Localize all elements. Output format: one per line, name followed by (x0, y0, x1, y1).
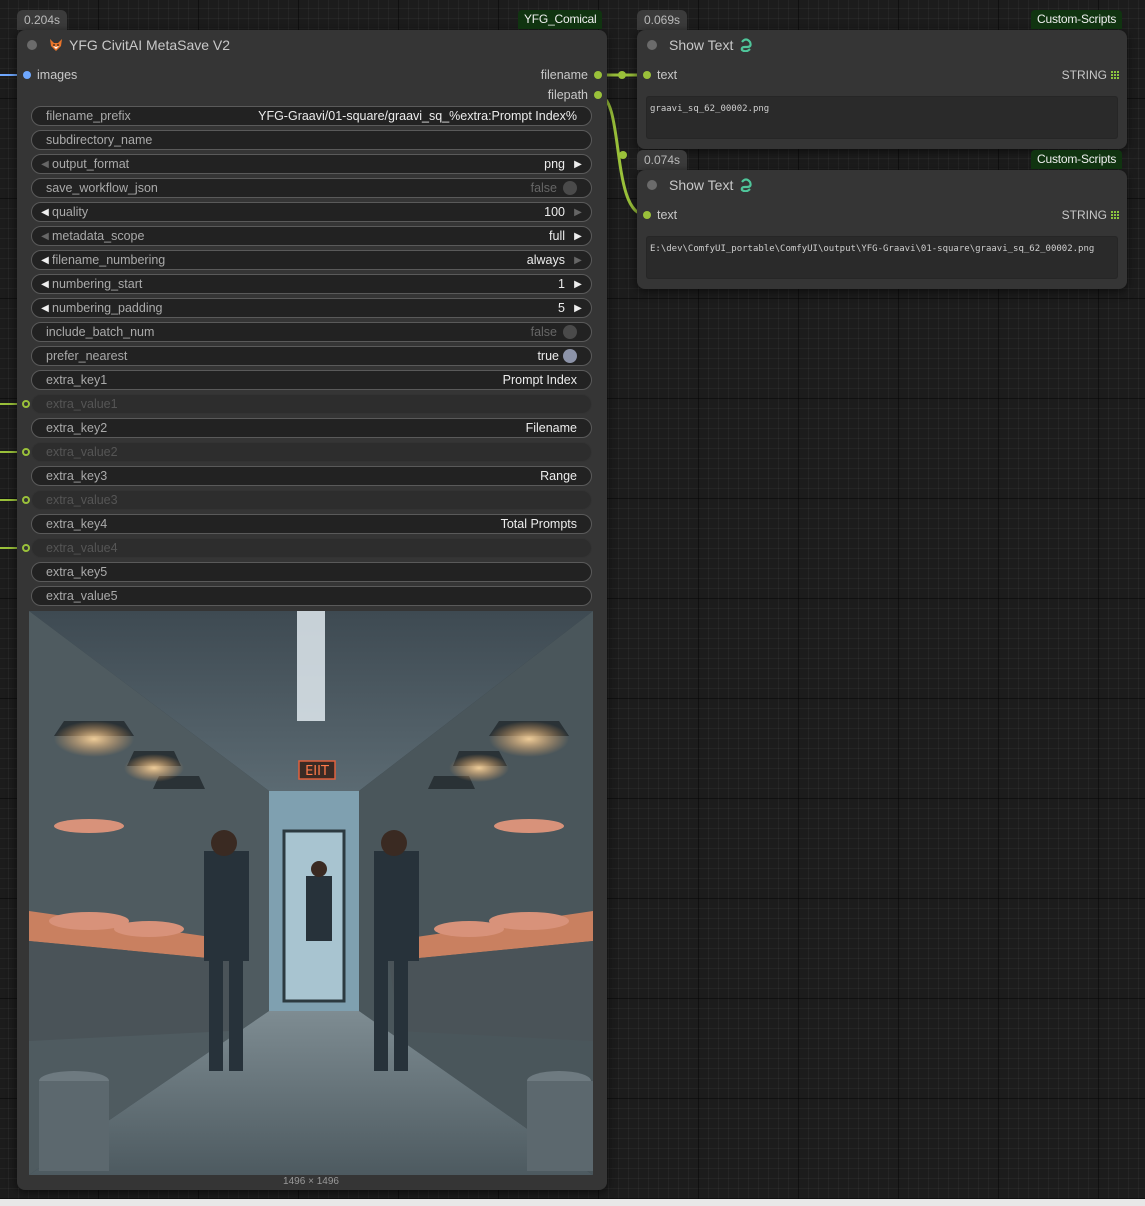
node-pack-badge: Custom-Scripts (1031, 150, 1123, 169)
preview-image: EIIT (29, 611, 593, 1175)
collapse-dot-icon[interactable] (647, 180, 657, 190)
widget-prefer-nearest[interactable]: prefer_nearest true (31, 346, 592, 366)
widget-filename-prefix[interactable]: filename_prefix YFG-Graavi/01-square/gra… (31, 106, 592, 126)
input-label-images: images (37, 68, 78, 82)
canvas-bottom-edge (0, 1199, 1145, 1206)
civitai-metasave-node[interactable]: YFG CivitAI MetaSave V2 images filename … (17, 30, 607, 1190)
output-label-filename: filename (540, 68, 588, 82)
extra-value4-input-dot[interactable] (22, 544, 30, 552)
node-title-bar[interactable]: Show Text (637, 30, 1127, 60)
show-text-node-2[interactable]: Show Text text STRING E:\dev\ComfyUI_por… (637, 170, 1127, 289)
filename-output-dot[interactable] (594, 71, 602, 79)
widget-quality[interactable]: ◀ quality 100 ▶ (31, 202, 592, 222)
increment-arrow-icon[interactable]: ▶ (571, 159, 585, 170)
node-pack-badge: Custom-Scripts (1031, 10, 1123, 29)
widget-include-batch-num[interactable]: include_batch_num false (31, 322, 592, 342)
toggle-knob-icon[interactable] (563, 325, 577, 339)
node-title-bar[interactable]: Show Text (637, 170, 1127, 200)
decrement-arrow-icon[interactable]: ◀ (38, 159, 52, 170)
text-input-dot[interactable] (643, 211, 651, 219)
output-type-label: STRING (1061, 68, 1107, 82)
toggle-knob-icon[interactable] (563, 181, 577, 195)
widget-extra-value1[interactable]: extra_value1 (31, 394, 592, 414)
increment-arrow-icon[interactable]: ▶ (571, 303, 585, 314)
widget-extra-value5[interactable]: extra_value5 (31, 586, 592, 606)
decrement-arrow-icon[interactable]: ◀ (38, 303, 52, 314)
node-title: Show Text (669, 177, 734, 193)
widget-extra-key4[interactable]: extra_key4 Total Prompts (31, 514, 592, 534)
widget-extra-key1[interactable]: extra_key1 Prompt Index (31, 370, 592, 390)
preview-size-label: 1496 × 1496 (283, 1176, 339, 1187)
grid-output-icon[interactable] (1111, 71, 1119, 79)
increment-arrow-icon[interactable]: ▶ (571, 207, 585, 218)
extra-value2-input-dot[interactable] (22, 448, 30, 456)
widget-output-format[interactable]: ◀ output_format png ▶ (31, 154, 592, 174)
images-input-dot[interactable] (23, 71, 31, 79)
widget-numbering-start[interactable]: ◀ numbering_start 1 ▶ (31, 274, 592, 294)
widget-subdirectory-name[interactable]: subdirectory_name (31, 130, 592, 150)
widget-metadata-scope[interactable]: ◀ metadata_scope full ▶ (31, 226, 592, 246)
decrement-arrow-icon[interactable]: ◀ (38, 255, 52, 266)
svg-text:EIIT: EIIT (305, 764, 329, 779)
widget-extra-key3[interactable]: extra_key3 Range (31, 466, 592, 486)
decrement-arrow-icon[interactable]: ◀ (38, 231, 52, 242)
increment-arrow-icon[interactable]: ▶ (571, 255, 585, 266)
widget-numbering-padding[interactable]: ◀ numbering_padding 5 ▶ (31, 298, 592, 318)
python-snake-icon (739, 178, 753, 193)
input-label-text: text (657, 208, 678, 222)
filepath-output-dot[interactable] (594, 91, 602, 99)
show-text-node-1[interactable]: Show Text text STRING graavi_sq_62_00002… (637, 30, 1127, 149)
execution-time-badge: 0.074s (637, 150, 688, 170)
grid-output-icon[interactable] (1111, 211, 1119, 219)
increment-arrow-icon[interactable]: ▶ (571, 231, 585, 242)
input-label-text: text (657, 68, 678, 82)
widget-extra-value3[interactable]: extra_value3 (31, 490, 592, 510)
node-title: Show Text (669, 37, 734, 53)
show-text-display[interactable]: graavi_sq_62_00002.png (646, 96, 1118, 139)
widget-extra-key2[interactable]: extra_key2 Filename (31, 418, 592, 438)
image-preview[interactable]: EIIT (29, 611, 593, 1175)
text-input-dot[interactable] (643, 71, 651, 79)
python-snake-icon (739, 38, 753, 53)
execution-time-badge: 0.204s (17, 10, 68, 30)
collapse-dot-icon[interactable] (647, 40, 657, 50)
output-label-filepath: filepath (547, 88, 588, 102)
decrement-arrow-icon[interactable]: ◀ (38, 207, 52, 218)
output-type-label: STRING (1061, 208, 1107, 222)
extra-value3-input-dot[interactable] (22, 496, 30, 504)
node-pack-badge: YFG_Comical (518, 10, 603, 29)
collapse-dot-icon[interactable] (27, 40, 37, 50)
fox-icon (49, 38, 63, 52)
widget-save-workflow-json[interactable]: save_workflow_json false (31, 178, 592, 198)
execution-time-badge: 0.069s (637, 10, 688, 30)
widget-extra-key5[interactable]: extra_key5 (31, 562, 592, 582)
node-title: YFG CivitAI MetaSave V2 (69, 37, 231, 53)
show-text-display[interactable]: E:\dev\ComfyUI_portable\ComfyUI\output\Y… (646, 236, 1118, 279)
widget-extra-value2[interactable]: extra_value2 (31, 442, 592, 462)
decrement-arrow-icon[interactable]: ◀ (38, 279, 52, 290)
extra-value1-input-dot[interactable] (22, 400, 30, 408)
increment-arrow-icon[interactable]: ▶ (571, 279, 585, 290)
toggle-knob-icon[interactable] (563, 349, 577, 363)
widget-extra-value4[interactable]: extra_value4 (31, 538, 592, 558)
widget-filename-numbering[interactable]: ◀ filename_numbering always ▶ (31, 250, 592, 270)
node-title-bar[interactable]: YFG CivitAI MetaSave V2 (17, 30, 607, 60)
